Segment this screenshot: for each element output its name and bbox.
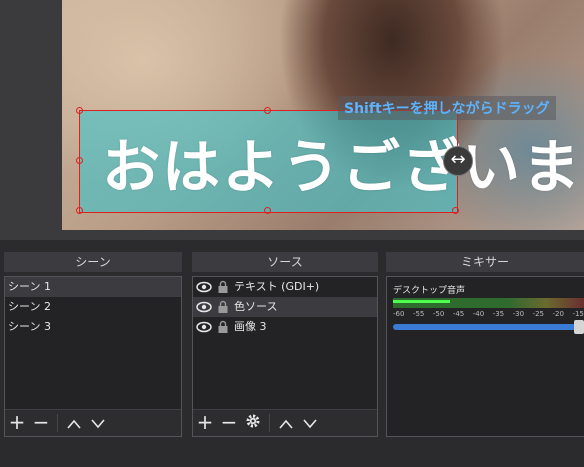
eye-icon[interactable] [196, 320, 212, 334]
minus-icon: − [220, 410, 238, 434]
volume-slider[interactable] [393, 320, 584, 334]
scene-item-label: シーン 3 [8, 320, 51, 333]
mixer-track: デスクトップ音声 -60 -55 -50 -45 -40 -35 -30 -25… [393, 283, 584, 334]
preview-area: おはようございます ↔ Shiftキーを押しながらドラッグ [0, 0, 584, 240]
eye-icon[interactable] [196, 300, 212, 314]
mixer-dock: ミキサー デスクトップ音声 -60 -55 -50 -45 -40 -35 -3… [386, 252, 584, 437]
chevron-up-icon [67, 419, 81, 429]
scene-item[interactable]: シーン 3 [5, 317, 181, 337]
source-item[interactable]: 色ソース [193, 297, 377, 317]
sources-dock: ソース テキスト (GDI+) 色ソース 画像 3 + − [192, 252, 378, 437]
lock-icon[interactable] [215, 320, 231, 334]
scenes-toolbar: + − [5, 409, 181, 436]
minus-icon: − [32, 410, 50, 434]
sources-toolbar: + − [193, 409, 377, 436]
tick-label: -40 [472, 310, 485, 318]
track-name: デスクトップ音声 [393, 286, 466, 296]
toolbar-divider [57, 414, 58, 432]
lock-icon[interactable] [215, 300, 231, 314]
scene-item[interactable]: シーン 2 [5, 297, 181, 317]
source-item-label: 画像 3 [234, 320, 267, 333]
move-scene-up-button[interactable] [62, 411, 86, 435]
toolbar-divider [269, 414, 270, 432]
source-item-label: 色ソース [234, 300, 278, 313]
tick-label: -25 [532, 310, 544, 318]
resize-handle-middle-left[interactable] [76, 157, 83, 164]
tick-label: -60 [393, 310, 405, 318]
add-source-button[interactable]: + [193, 411, 217, 435]
horizontal-resize-icon: ↔ [443, 146, 473, 176]
plus-icon: + [8, 410, 26, 434]
selection-box[interactable] [76, 107, 459, 214]
add-scene-button[interactable]: + [5, 411, 29, 435]
preview-canvas[interactable]: おはようございます ↔ Shiftキーを押しながらドラッグ [62, 0, 584, 230]
source-item[interactable]: テキスト (GDI+) [193, 277, 377, 297]
mixer-dock-title: ミキサー [386, 252, 584, 272]
resize-handle-bottom-right[interactable] [452, 207, 459, 214]
scenes-list: シーン 1 シーン 2 シーン 3 + − [4, 276, 182, 437]
scene-item[interactable]: シーン 1 [5, 277, 181, 297]
scene-item-label: シーン 2 [8, 300, 51, 313]
chevron-down-icon [303, 419, 317, 429]
resize-handle-top-left[interactable] [76, 107, 83, 114]
tick-label: -35 [492, 310, 505, 318]
move-source-up-button[interactable] [274, 411, 298, 435]
hint-label: Shiftキーを押しながらドラッグ [338, 96, 556, 120]
volume-slider-thumb[interactable] [574, 320, 584, 334]
resize-handle-bottom-left[interactable] [76, 207, 83, 214]
scene-item-label: シーン 1 [8, 280, 51, 293]
mixer-panel: デスクトップ音声 -60 -55 -50 -45 -40 -35 -30 -25… [386, 276, 584, 437]
move-source-down-button[interactable] [298, 411, 322, 435]
eye-icon[interactable] [196, 280, 212, 294]
chevron-up-icon [279, 419, 293, 429]
tick-label: -50 [432, 310, 445, 318]
resize-handle-bottom-center[interactable] [264, 207, 271, 214]
resize-handle-top-center[interactable] [264, 107, 271, 114]
tick-label: -15 [572, 310, 584, 318]
scenes-dock: シーン シーン 1 シーン 2 シーン 3 + − [4, 252, 182, 437]
sources-list: テキスト (GDI+) 色ソース 画像 3 + − [192, 276, 378, 437]
chevron-down-icon [91, 419, 105, 429]
tick-label: -20 [552, 310, 564, 318]
sources-dock-title: ソース [192, 252, 378, 272]
source-item-label: テキスト (GDI+) [234, 280, 320, 293]
volume-meter [393, 298, 584, 308]
source-item[interactable]: 画像 3 [193, 317, 377, 337]
meter-ticks: -60 -55 -50 -45 -40 -35 -30 -25 -20 -15 [393, 310, 584, 318]
source-properties-button[interactable] [241, 411, 265, 435]
gear-icon [246, 414, 260, 428]
remove-scene-button[interactable]: − [29, 411, 53, 435]
remove-source-button[interactable]: − [217, 411, 241, 435]
tick-label: -45 [452, 310, 465, 318]
move-scene-down-button[interactable] [86, 411, 110, 435]
lock-icon[interactable] [215, 280, 231, 294]
tick-label: -30 [512, 310, 525, 318]
plus-icon: + [196, 410, 214, 434]
tick-label: -55 [412, 310, 425, 318]
scenes-dock-title: シーン [4, 252, 182, 272]
meter-level [393, 300, 451, 303]
